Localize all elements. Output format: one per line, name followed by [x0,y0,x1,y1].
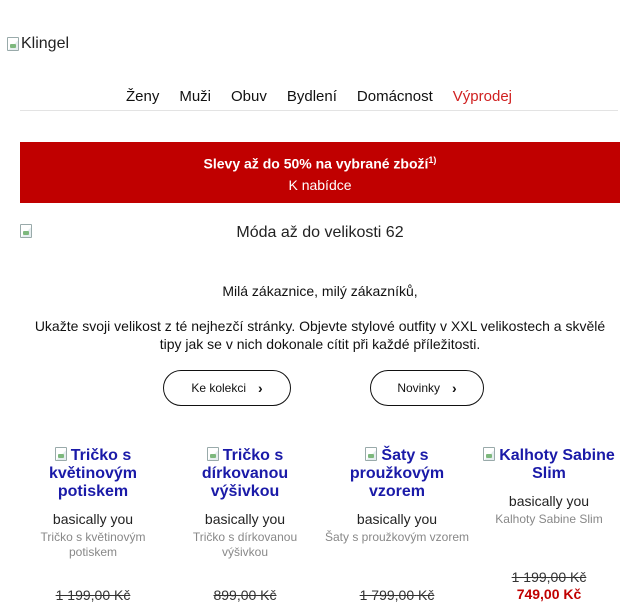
collection-button[interactable]: Ke kolekci › [163,370,291,406]
nav-item-domacnost[interactable]: Domácnost [357,88,433,110]
hero-image[interactable]: Móda až do velikosti 62 [20,224,620,241]
nav-item-bydleni[interactable]: Bydlení [287,88,337,110]
nav-item-vyprodej[interactable]: Výprodej [453,88,512,110]
logo-alt-text: Klingel [21,35,70,52]
product-title[interactable]: Tričko s dírkovanou výšivkou [172,447,318,501]
nav-item-obuv[interactable]: Obuv [231,88,267,110]
product-old-price: 1 199,00 Kč [511,569,587,585]
product-card[interactable]: Tričko s květinovým potiskem basically y… [20,447,166,603]
banner-cta[interactable]: K nabídce [20,177,620,193]
logo[interactable]: Klingel [7,35,69,53]
greeting: Milá zákaznice, milý zákazníků, [222,283,418,299]
product-brand: basically you [52,511,134,527]
broken-image-icon [7,37,19,51]
product-old-price: 1 199,00 Kč [55,587,131,603]
product-title[interactable]: Tričko s květinovým potiskem [20,447,166,501]
banner-footnote: 1) [428,155,437,165]
product-title[interactable]: Kalhoty Sabine Slim [476,447,622,483]
promo-banner[interactable]: Slevy až do 50% na vybrané zboží1) K nab… [20,142,620,203]
product-title-text: Kalhoty Sabine Slim [499,447,615,482]
product-subtitle: Kalhoty Sabine Slim [495,512,603,526]
product-old-price: 1 799,00 Kč [359,587,435,603]
product-brand: basically you [508,493,590,509]
broken-image-icon [365,447,378,461]
product-title-text: Šaty s proužkovým vzorem [349,447,445,500]
news-button-label: Novinky [397,381,440,395]
product-brand: basically you [356,511,438,527]
hero-alt-text: Móda až do velikosti 62 [236,224,404,241]
product-subtitle: Tričko s květinovým potiskem [40,530,146,559]
product-subtitle: Tričko s dírkovanou výšivkou [192,530,298,559]
news-button[interactable]: Novinky › [370,370,484,406]
product-title[interactable]: Šaty s proužkovým vzorem [324,447,470,501]
product-card[interactable]: Šaty s proužkovým vzorem basically you Š… [324,447,470,603]
banner-headline: Slevy až do 50% na vybrané zboží1) [20,155,620,172]
product-subtitle: Šaty s proužkovým vzorem [324,530,470,544]
main-nav: Ženy Muži Obuv Bydlení Domácnost Výprode… [20,88,618,111]
product-old-price: 899,00 Kč [213,587,277,603]
chevron-right-icon: › [258,380,263,396]
intro-text: Ukažte svoji velikost z té nejhezčí strá… [34,318,606,352]
product-card[interactable]: Kalhoty Sabine Slim basically you Kalhot… [476,447,622,602]
nav-item-muzi[interactable]: Muži [179,88,211,110]
broken-image-icon [483,447,496,461]
product-brand: basically you [204,511,286,527]
banner-headline-text: Slevy až do 50% na vybrané zboží [203,155,429,172]
collection-button-label: Ke kolekci [191,381,247,395]
broken-image-icon [206,447,219,461]
chevron-right-icon: › [452,380,457,396]
product-card[interactable]: Tričko s dírkovanou výšivkou basically y… [172,447,318,603]
broken-image-icon [54,447,67,461]
nav-item-zeny[interactable]: Ženy [126,88,159,110]
